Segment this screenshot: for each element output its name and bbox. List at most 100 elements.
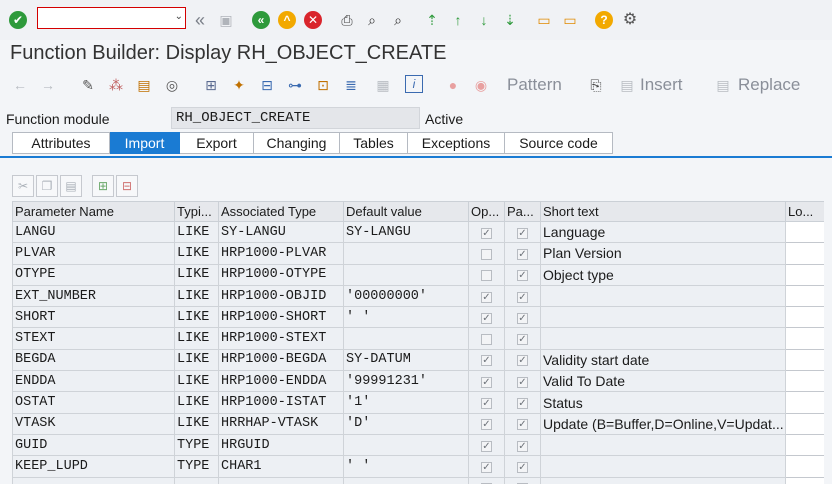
short-text-cell[interactable] (540, 306, 786, 329)
pass-value-checkbox[interactable]: ✓ (504, 263, 541, 286)
tab-source-code[interactable]: Source code (505, 132, 613, 154)
pass-value-checkbox[interactable]: ✓ (504, 327, 541, 350)
typing-cell[interactable]: LIKE (174, 391, 219, 414)
long-text-button[interactable] (785, 476, 824, 484)
associated-type-cell[interactable]: SY-LANGU (218, 220, 344, 244)
optional-checkbox[interactable] (468, 263, 505, 286)
default-value-cell[interactable]: ' ' (343, 306, 469, 329)
pattern-button[interactable]: Pattern (507, 75, 562, 95)
prev-page-icon[interactable]: ↑ (448, 10, 468, 30)
associated-type-cell[interactable]: HRP1000-STEXT (218, 327, 344, 350)
tab-tables[interactable]: Tables (340, 132, 408, 154)
param-name-cell[interactable]: BEGDA (12, 348, 175, 372)
associated-type-cell[interactable] (218, 476, 344, 484)
optional-checkbox[interactable]: ✓ (468, 391, 505, 414)
short-text-cell[interactable] (540, 433, 786, 457)
associated-type-cell[interactable]: HRGUID (218, 433, 344, 457)
layout-icon[interactable]: ▦ (373, 75, 393, 95)
optional-checkbox[interactable] (468, 327, 505, 350)
default-value-cell[interactable]: '00000000' (343, 284, 469, 308)
first-page-icon[interactable]: ⇡ (422, 10, 442, 30)
other-object-icon[interactable]: ▤ (134, 75, 154, 95)
long-text-button[interactable] (785, 242, 824, 265)
function-module-field[interactable]: RH_OBJECT_CREATE (171, 107, 420, 129)
long-text-button[interactable] (785, 306, 824, 329)
where-used-icon[interactable]: ⊞ (201, 75, 221, 95)
short-text-cell[interactable]: Update (B=Buffer,D=Online,V=Updat... (540, 412, 786, 435)
col-optional[interactable]: Op... (468, 201, 505, 222)
default-value-cell[interactable]: '1' (343, 391, 469, 414)
optional-checkbox[interactable]: ✓ (468, 433, 505, 457)
col-short-text[interactable]: Short text (540, 201, 786, 222)
command-field[interactable]: ⌄ (37, 7, 186, 29)
long-text-button[interactable] (785, 433, 824, 457)
next-page-icon[interactable]: ↓ (474, 10, 494, 30)
breakpoint-icon[interactable]: ● (443, 75, 463, 95)
param-name-cell[interactable]: EXT_NUMBER (12, 284, 175, 308)
col-long-text[interactable]: Lo... (785, 201, 824, 222)
col-associated-type[interactable]: Associated Type (218, 201, 344, 222)
pass-value-checkbox[interactable]: ✓ (504, 391, 541, 414)
optional-checkbox[interactable]: ✓ (468, 348, 505, 372)
hierarchy-icon[interactable]: ⊶ (285, 75, 305, 95)
check-icon[interactable]: ◎ (162, 75, 182, 95)
tab-attributes[interactable]: Attributes (12, 132, 110, 154)
associated-type-cell[interactable]: HRP1000-PLVAR (218, 242, 344, 265)
associated-type-cell[interactable]: HRP1000-ISTAT (218, 391, 344, 414)
param-name-cell[interactable] (12, 476, 175, 484)
back-green-icon[interactable]: « (252, 11, 270, 29)
associated-type-cell[interactable]: HRP1000-ENDDA (218, 370, 344, 393)
typing-cell[interactable]: LIKE (174, 306, 219, 329)
param-name-cell[interactable]: PLVAR (12, 242, 175, 265)
chevron-down-icon[interactable]: ⌄ (175, 11, 183, 22)
copy-row-button[interactable]: ❐ (36, 175, 58, 197)
tab-import[interactable]: Import (110, 132, 180, 154)
default-value-cell[interactable]: SY-DATUM (343, 348, 469, 372)
info-icon[interactable]: i (405, 75, 423, 93)
short-text-cell[interactable] (540, 476, 786, 484)
typing-cell[interactable]: LIKE (174, 348, 219, 372)
short-text-cell[interactable] (540, 284, 786, 308)
optional-checkbox[interactable]: ✓ (468, 284, 505, 308)
param-name-cell[interactable]: VTASK (12, 412, 175, 435)
cut-row-button[interactable]: ✂ (12, 175, 34, 197)
long-text-button[interactable] (785, 284, 824, 308)
pass-value-checkbox[interactable]: ✓ (504, 242, 541, 265)
replace-icon[interactable]: ▤ (713, 75, 733, 95)
pass-value-checkbox[interactable]: ✓ (504, 284, 541, 308)
short-text-cell[interactable] (540, 327, 786, 350)
long-text-button[interactable] (785, 455, 824, 478)
settings-icon[interactable]: ⚙ (620, 10, 640, 30)
long-text-button[interactable] (785, 263, 824, 286)
default-value-cell[interactable] (343, 476, 469, 484)
default-value-cell[interactable]: 'D' (343, 412, 469, 435)
typing-cell[interactable]: LIKE (174, 263, 219, 286)
optional-checkbox[interactable]: ✓ (468, 220, 505, 244)
short-text-cell[interactable] (540, 455, 786, 478)
typing-cell[interactable]: LIKE (174, 284, 219, 308)
long-text-button[interactable] (785, 391, 824, 414)
replace-button[interactable]: Replace (738, 75, 800, 95)
pass-value-checkbox[interactable]: ✓ (504, 348, 541, 372)
default-value-cell[interactable] (343, 263, 469, 286)
arrow-right-icon[interactable]: → (38, 75, 58, 95)
typing-cell[interactable]: LIKE (174, 370, 219, 393)
associated-type-cell[interactable]: CHAR1 (218, 455, 344, 478)
typing-cell[interactable]: LIKE (174, 220, 219, 244)
tab-export[interactable]: Export (180, 132, 254, 154)
typing-cell[interactable]: LIKE (174, 242, 219, 265)
long-text-button[interactable] (785, 412, 824, 435)
long-text-button[interactable] (785, 327, 824, 350)
cut-block-icon[interactable]: ⎘ (586, 75, 606, 95)
print-icon[interactable]: ⎙ (337, 10, 357, 30)
short-text-cell[interactable]: Object type (540, 263, 786, 286)
typing-cell[interactable]: LIKE (174, 327, 219, 350)
typing-cell[interactable]: TYPE (174, 433, 219, 457)
col-default-value[interactable]: Default value (343, 201, 469, 222)
associated-type-cell[interactable]: HRP1000-SHORT (218, 306, 344, 329)
find-next-icon[interactable]: ⌕ (388, 10, 408, 30)
insert-row-button[interactable]: ⊞ (92, 175, 114, 197)
typing-cell[interactable]: LIKE (174, 412, 219, 435)
short-text-cell[interactable]: Language (540, 220, 786, 244)
optional-checkbox[interactable]: ✓ (468, 412, 505, 435)
